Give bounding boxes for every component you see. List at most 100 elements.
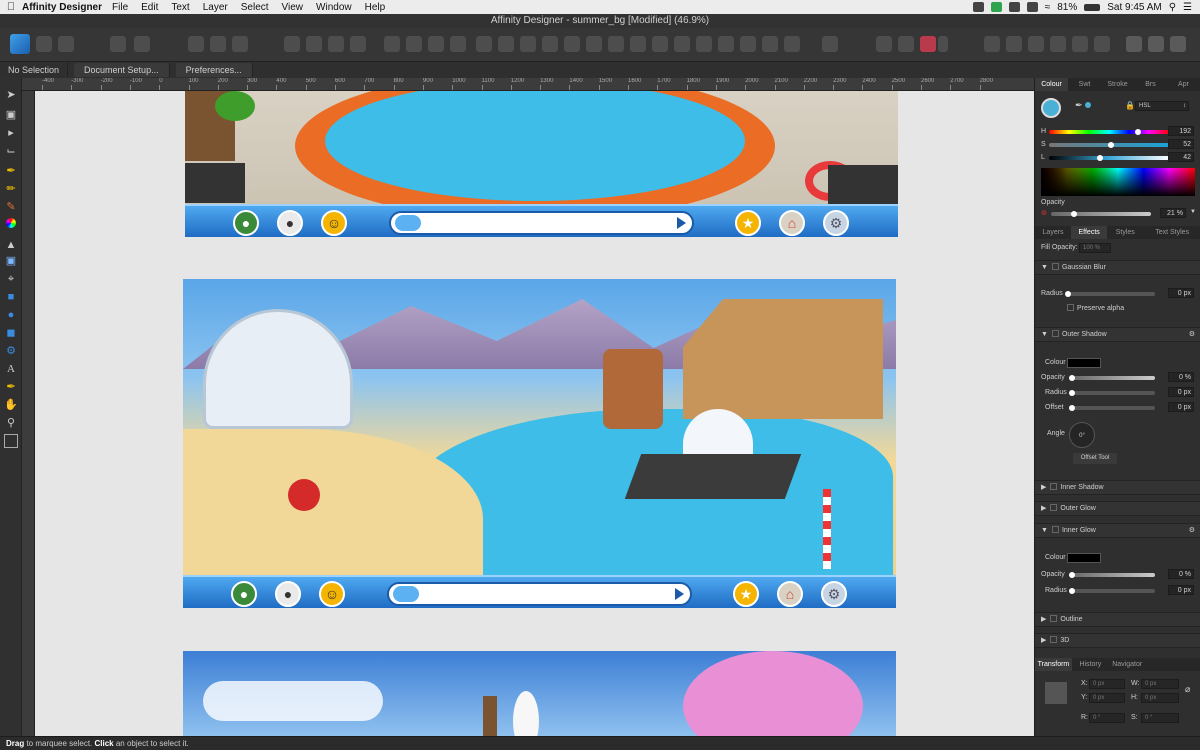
glow-opacity-value[interactable]: 0 % <box>1168 569 1194 579</box>
menu-window[interactable]: Window <box>316 2 352 13</box>
colour-model-select[interactable]: HSL ↕ <box>1135 101 1189 111</box>
tab-stroke[interactable]: Stroke <box>1101 78 1134 91</box>
tab-brushes[interactable]: Brs <box>1134 78 1167 91</box>
house-icon[interactable]: ⌂ <box>777 581 803 607</box>
grid-icon[interactable] <box>876 36 892 52</box>
star-icon[interactable]: ★ <box>733 581 759 607</box>
glow-opacity-slider[interactable] <box>1069 572 1155 578</box>
outer-glow-section[interactable]: ▶ Outer Glow <box>1035 501 1200 516</box>
flip-vertical-icon[interactable] <box>406 36 422 52</box>
gaussian-blur-section[interactable]: ▼ Gaussian Blur <box>1035 260 1200 275</box>
window-icon[interactable] <box>1170 36 1186 52</box>
menu-select[interactable]: Select <box>241 2 269 13</box>
retina-view-icon[interactable] <box>232 36 248 52</box>
rotation-field[interactable]: 0 ° <box>1089 713 1125 723</box>
tab-styles[interactable]: Styles <box>1107 226 1143 239</box>
view-mode-icon[interactable] <box>188 36 204 52</box>
hue-thumb[interactable] <box>1134 129 1141 135</box>
menu-text[interactable]: Text <box>171 2 189 13</box>
move-tool-icon[interactable]: ➤ <box>4 88 18 102</box>
glow-radius-value[interactable]: 0 px <box>1168 585 1194 595</box>
saturation-slider[interactable] <box>1049 142 1169 148</box>
zoom-tool-icon[interactable]: ⚲ <box>4 416 18 430</box>
3d-section[interactable]: ▶ 3D <box>1035 633 1200 648</box>
gaussian-blur-checkbox[interactable] <box>1051 263 1059 270</box>
close-box-icon[interactable] <box>1026 2 1038 12</box>
order-tool-icon[interactable] <box>784 36 800 52</box>
inner-shadow-checkbox[interactable] <box>1050 483 1058 490</box>
mirror-icon[interactable] <box>1148 36 1164 52</box>
apple-icon[interactable]:  <box>0 1 22 13</box>
swatch-tool-icon[interactable] <box>4 434 18 448</box>
gear-icon[interactable]: ⚙ <box>1189 328 1200 342</box>
lightness-thumb[interactable] <box>1096 155 1103 161</box>
crop-tool-icon[interactable]: ⌖ <box>4 272 18 286</box>
smiley-icon[interactable]: ☺ <box>321 210 347 236</box>
shadow-opacity-value[interactable]: 0 % <box>1168 372 1194 382</box>
lock-icon[interactable]: 🔒 <box>1125 101 1135 110</box>
node-tool-icon[interactable]: ▸ <box>4 126 18 140</box>
link-icon[interactable]: ⌀ <box>1185 684 1190 695</box>
bool-intersect-icon[interactable] <box>328 36 344 52</box>
battery-icon[interactable] <box>1084 3 1101 11</box>
tab-text-styles[interactable]: Text Styles <box>1143 226 1200 239</box>
order-back-icon[interactable] <box>652 36 668 52</box>
preserve-alpha-option[interactable]: Preserve alpha <box>1063 304 1124 312</box>
transparency-tool-icon[interactable]: ▲ <box>4 238 18 252</box>
shadow-colour-swatch[interactable] <box>1067 358 1101 368</box>
gear-icon[interactable]: ⚙ <box>821 581 847 607</box>
canvas[interactable]: ● ● ☺ ★ ⌂ ⚙ ● ● ☺ ★ ⌂ ⚙ <box>35 91 1034 736</box>
shadow-radius-value[interactable]: 0 px <box>1168 387 1194 397</box>
eyedropper-icon[interactable]: ✒ <box>1075 100 1083 111</box>
app-c-icon[interactable] <box>990 2 1002 12</box>
document-setup-button[interactable]: Document Setup... <box>74 63 170 77</box>
fill-opacity-field[interactable]: 100 % <box>1079 243 1111 253</box>
hand-tool-icon[interactable]: ✋ <box>4 398 18 412</box>
glow-radius-thumb[interactable] <box>1069 588 1075 594</box>
chat-icon[interactable] <box>1126 36 1142 52</box>
insert-behind-icon[interactable] <box>984 36 1000 52</box>
tab-history[interactable]: History <box>1072 658 1109 671</box>
ellipse-tool-icon[interactable]: ● <box>4 308 18 322</box>
s-value[interactable]: 52 <box>1168 139 1194 149</box>
h-field[interactable]: 0 px <box>1141 693 1179 703</box>
menu-edit[interactable]: Edit <box>141 2 158 13</box>
snapping-icon[interactable] <box>898 36 914 52</box>
app-menu[interactable]: Affinity Designer <box>22 2 102 13</box>
snapping-magnet-icon[interactable] <box>920 36 936 52</box>
chevron-down-icon[interactable]: ▼ <box>1190 209 1196 215</box>
wifi-icon[interactable]: ≈ <box>1045 2 1051 13</box>
insert-below-icon[interactable] <box>1072 36 1088 52</box>
align-left-icon[interactable] <box>476 36 492 52</box>
color-picker-icon[interactable]: ✒ <box>4 380 18 394</box>
hue-slider[interactable] <box>1049 129 1169 135</box>
brush-tool-icon[interactable]: ✎ <box>4 200 18 214</box>
order-bottom-icon[interactable] <box>718 36 734 52</box>
penguin-icon[interactable]: ● <box>277 210 303 236</box>
distribute-v-icon[interactable] <box>630 36 646 52</box>
tab-effects[interactable]: Effects <box>1071 226 1108 239</box>
shadow-opacity-slider[interactable] <box>1069 375 1155 381</box>
angle-dial[interactable]: 0° <box>1069 422 1095 448</box>
shear-field[interactable]: 0 ° <box>1141 713 1179 723</box>
screen-icon[interactable] <box>1008 2 1020 12</box>
clock[interactable]: Sat 9:45 AM <box>1107 2 1161 13</box>
tab-appearance[interactable]: Apr <box>1167 78 1200 91</box>
lightness-slider[interactable] <box>1049 155 1169 161</box>
menu-layer[interactable]: Layer <box>203 2 228 13</box>
shadow-radius-slider[interactable] <box>1069 390 1155 396</box>
3d-checkbox[interactable] <box>1050 636 1058 643</box>
place-image-icon[interactable]: ▣ <box>4 254 18 268</box>
insert-top-icon[interactable] <box>1006 36 1022 52</box>
tab-colour[interactable]: Colour <box>1035 78 1068 91</box>
gear-icon[interactable]: ⚙ <box>1189 524 1200 538</box>
blur-radius-slider[interactable] <box>1065 291 1155 297</box>
outline-checkbox[interactable] <box>1050 615 1058 622</box>
house-icon[interactable]: ⌂ <box>779 210 805 236</box>
bool-divide-icon[interactable] <box>350 36 366 52</box>
offset-tool-button[interactable]: Offset Tool <box>1073 453 1117 464</box>
chat-input[interactable] <box>387 582 692 606</box>
menu-view[interactable]: View <box>282 2 304 13</box>
menu-help[interactable]: Help <box>365 2 386 13</box>
tab-transform[interactable]: Transform <box>1035 658 1072 671</box>
